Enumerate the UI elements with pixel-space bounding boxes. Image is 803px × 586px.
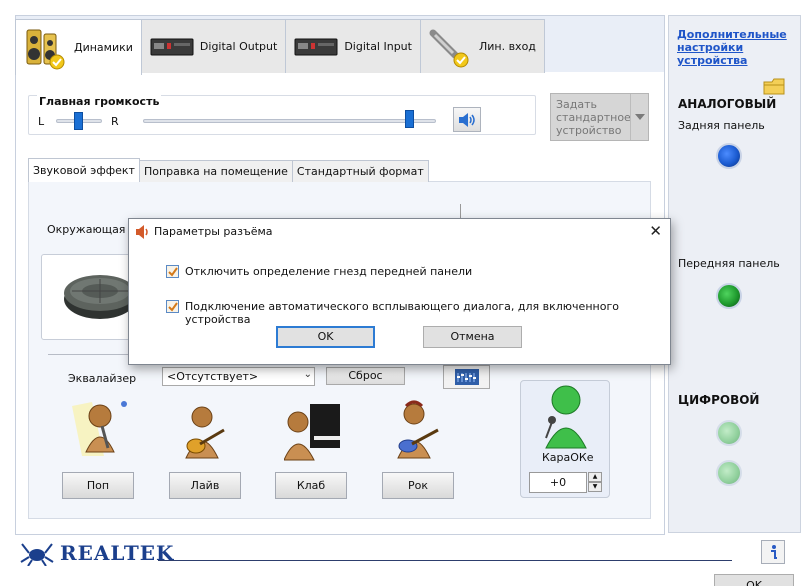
footer-divider — [158, 560, 732, 561]
advanced-settings-link[interactable]: Дополнительные настройки устройства — [677, 28, 787, 67]
club-pianist-icon — [284, 404, 340, 461]
front-panel-label: Передняя панель — [678, 257, 780, 270]
front-green-jack[interactable] — [716, 283, 742, 309]
main-ok-button[interactable]: OK — [714, 574, 794, 586]
preset-pop-button[interactable]: Поп — [62, 472, 134, 499]
sewer-environment-icon — [64, 275, 136, 319]
volume-slider[interactable] — [143, 119, 436, 123]
environment-preview[interactable] — [41, 254, 141, 340]
tab-digital-input[interactable]: Digital Input — [285, 19, 421, 73]
tab-digital-input-label: Digital Input — [344, 40, 412, 53]
digital-output-icon — [150, 38, 194, 55]
analog-heading: АНАЛОГОВЫЙ — [678, 97, 777, 111]
volume-slider-thumb[interactable] — [404, 110, 414, 128]
equalizer-label: Эквалайзер — [68, 372, 137, 385]
reset-button[interactable]: Сброс — [326, 367, 405, 385]
connector-settings-dialog: Параметры разъёма ✕ Отключить определени… — [128, 218, 671, 365]
tab-digital-output-label: Digital Output — [199, 40, 278, 53]
dialog-title: Параметры разъёма — [154, 225, 273, 238]
tab-room-correction[interactable]: Поправка на помещение — [138, 160, 293, 182]
speaker-icon — [136, 225, 148, 239]
balance-left-label: L — [38, 115, 45, 128]
rear-blue-jack[interactable] — [716, 143, 742, 169]
karaoke-value-field[interactable]: +0 — [529, 472, 587, 493]
balance-slider-thumb[interactable] — [74, 112, 83, 130]
tab-default-format-label: Стандартный формат — [296, 165, 424, 178]
mute-button[interactable] — [453, 107, 481, 132]
balance-right-label: R — [111, 115, 119, 128]
device-tabs: Динамики Digital Output Digital Input Ли… — [15, 19, 545, 75]
speaker-volume-icon — [459, 112, 475, 127]
option1-checkbox[interactable] — [166, 265, 179, 278]
tab-room-correction-label: Поправка на помещение — [143, 165, 288, 178]
effect-tabs: Звуковой эффект Поправка на помещение Ст… — [28, 158, 429, 182]
close-icon[interactable]: ✕ — [649, 222, 662, 240]
line-in-icon — [429, 29, 469, 67]
rear-panel-label: Задняя панель — [678, 119, 765, 132]
pop-singer-icon — [72, 401, 127, 456]
speakers-icon — [26, 29, 65, 69]
main-volume-title: Главная громкость — [37, 95, 162, 108]
folder-icon[interactable] — [762, 76, 786, 96]
dialog-cancel-button[interactable]: Отмена — [423, 326, 522, 348]
tab-line-in-label: Лин. вход — [478, 40, 536, 53]
chevron-down-icon — [630, 94, 648, 140]
brand-name: REALTEK — [60, 541, 175, 565]
dialog-ok-button[interactable]: OK — [276, 326, 375, 348]
info-icon — [771, 545, 777, 559]
tab-line-in[interactable]: Лин. вход — [419, 19, 545, 73]
info-button[interactable] — [761, 540, 785, 564]
karaoke-singer-icon — [545, 385, 587, 449]
equalizer-selected-value: <Отсутствует> — [167, 370, 259, 383]
tab-default-format[interactable]: Стандартный формат — [291, 160, 429, 182]
karaoke-down-button[interactable]: ▼ — [588, 482, 602, 492]
karaoke-up-button[interactable]: ▲ — [588, 472, 602, 482]
option1-label: Отключить определение гнезд передней пан… — [185, 265, 473, 278]
option2-label: Подключение автоматического всплывающего… — [185, 300, 619, 326]
chevron-down-icon: ⌄ — [303, 369, 312, 380]
realtek-logo: REALTEK — [20, 540, 174, 566]
preset-rock-button[interactable]: Рок — [382, 472, 454, 499]
equalizer-select[interactable]: <Отсутствует> ⌄ — [162, 367, 315, 386]
preset-club-button[interactable]: Клаб — [275, 472, 347, 499]
digital-jack-2[interactable] — [716, 460, 742, 486]
option2-checkbox[interactable] — [166, 300, 179, 313]
equalizer-icon — [454, 369, 479, 385]
rock-guitarist-icon — [397, 400, 439, 459]
checkmark-icon — [167, 266, 178, 277]
checkmark-icon — [167, 301, 178, 312]
digital-heading: ЦИФРОВОЙ — [678, 393, 760, 407]
tab-sound-effect-label: Звуковой эффект — [33, 164, 135, 177]
realtek-crab-icon — [20, 543, 54, 566]
live-guitarist-icon — [185, 406, 225, 459]
tab-digital-output[interactable]: Digital Output — [140, 19, 287, 73]
karaoke-label: КараОКе — [542, 451, 594, 464]
digital-jack-1[interactable] — [716, 420, 742, 446]
tab-speakers[interactable]: Динамики — [15, 19, 142, 75]
set-default-device-button[interactable]: Задать стандартное устройство — [550, 93, 649, 141]
digital-input-icon — [294, 38, 338, 55]
set-default-device-label: Задать стандартное устройство — [556, 98, 631, 137]
tab-speakers-label: Динамики — [74, 41, 133, 54]
preset-live-button[interactable]: Лайв — [169, 472, 241, 499]
tab-sound-effect[interactable]: Звуковой эффект — [28, 158, 140, 182]
graphic-equalizer-button[interactable] — [443, 365, 490, 389]
